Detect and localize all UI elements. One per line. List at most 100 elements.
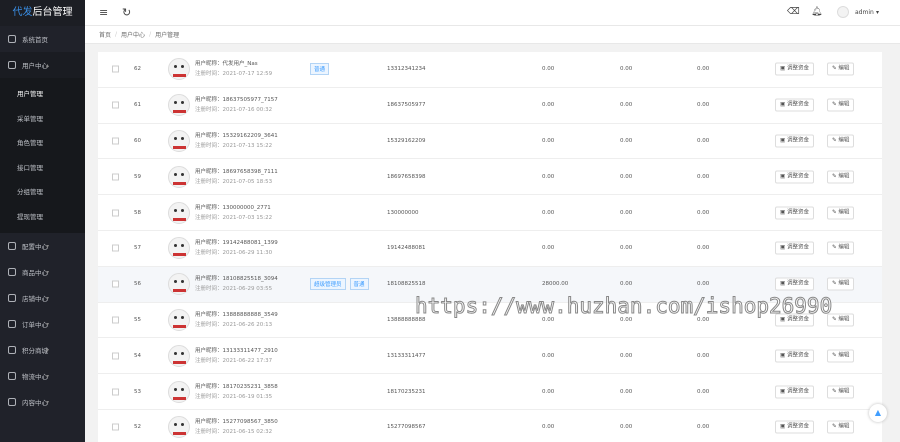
refresh-icon[interactable]: ↻ <box>122 6 131 19</box>
sidebar-item-user-center[interactable]: 用户中心 ▴ <box>0 52 85 78</box>
row-checkbox[interactable] <box>112 316 119 324</box>
chevron-down-icon[interactable]: ▾ <box>876 9 879 16</box>
adjust-funds-button[interactable]: ▣ 调整资金 <box>775 385 814 399</box>
sidebar-item[interactable]: 物流中心 ▾ <box>0 363 85 389</box>
avatar-badge <box>173 289 186 293</box>
row-checkbox[interactable] <box>112 209 119 217</box>
edit-button[interactable]: ✎ 编辑 <box>827 62 855 76</box>
adjust-funds-button[interactable]: ▣ 调整资金 <box>775 277 814 291</box>
nick-value: 18170235231_3858 <box>222 383 278 390</box>
sidebar-subitem[interactable]: 角色管理 <box>0 131 85 156</box>
edit-button[interactable]: ✎ 编辑 <box>827 170 855 184</box>
nick-label: 用户昵称： <box>195 240 223 247</box>
row-checkbox[interactable] <box>112 352 119 360</box>
row-checkbox[interactable] <box>112 280 119 288</box>
balance: 0.00 <box>542 245 555 252</box>
bell-icon[interactable]: 🔔︎ <box>811 7 822 17</box>
wallet-icon: ▣ <box>780 280 787 287</box>
adjust-label: 调整资金 <box>786 352 809 359</box>
breadcrumb-separator: / <box>115 31 118 38</box>
balance: 0.00 <box>542 352 555 359</box>
sidebar: 代发后台管理 系统首页 用户中心 ▴ 用户管理 采单管理 角色管理 接口管理 分组管理 提现… <box>0 0 85 442</box>
frozen: 0.00 <box>620 388 633 395</box>
adjust-funds-button[interactable]: ▣ 调整资金 <box>775 134 814 148</box>
row-checkbox[interactable] <box>112 423 119 431</box>
user-name[interactable]: admin <box>855 9 874 16</box>
adjust-funds-button[interactable]: ▣ 调整资金 <box>775 420 814 434</box>
sidebar-item-home[interactable]: 系统首页 <box>0 26 85 52</box>
reg-label: 注册时间： <box>195 107 223 114</box>
reg-value: 2021-06-22 17:37 <box>222 357 273 364</box>
balance: 0.00 <box>542 173 555 180</box>
adjust-funds-button[interactable]: ▣ 调整资金 <box>775 170 814 184</box>
row-checkbox[interactable] <box>112 101 119 109</box>
sidebar-item[interactable]: 积分商城 ▾ <box>0 337 85 363</box>
reg-label: 注册时间： <box>195 142 223 149</box>
row-checkbox[interactable] <box>112 65 119 73</box>
sidebar-item[interactable]: 配置中心 ▾ <box>0 233 85 259</box>
sidebar-item[interactable]: 内容中心 ▾ <box>0 389 85 415</box>
wallet-icon: ▣ <box>780 388 787 395</box>
breadcrumb-home[interactable]: 首页 <box>99 30 111 39</box>
sidebar-item-label: 内容中心 <box>22 399 48 407</box>
sidebar-subitem[interactable]: 分组管理 <box>0 180 85 205</box>
points: 0.00 <box>697 173 710 180</box>
frozen: 0.00 <box>620 209 633 216</box>
nick-label: 用户昵称： <box>195 97 223 104</box>
frozen: 0.00 <box>620 424 633 431</box>
edit-button[interactable]: ✎ 编辑 <box>827 349 855 363</box>
edit-button[interactable]: ✎ 编辑 <box>827 98 855 112</box>
adjust-funds-button[interactable]: ▣ 调整资金 <box>775 241 814 255</box>
edit-button[interactable]: ✎ 编辑 <box>827 385 855 399</box>
adjust-funds-button[interactable]: ▣ 调整资金 <box>775 62 814 76</box>
chevron-down-icon: ▾ <box>45 372 49 380</box>
edit-button[interactable]: ✎ 编辑 <box>827 134 855 148</box>
sidebar-subitem[interactable]: 采单管理 <box>0 107 85 132</box>
avatar[interactable] <box>837 6 849 18</box>
clear-icon[interactable]: ⌫ <box>787 7 800 17</box>
row-checkbox[interactable] <box>112 244 119 252</box>
nick-value: 18697658398_7111 <box>222 168 278 175</box>
user-submenu: 用户管理 采单管理 角色管理 接口管理 分组管理 提现管理 <box>0 78 85 233</box>
nick-label: 用户昵称： <box>195 132 223 139</box>
edit-button[interactable]: ✎ 编辑 <box>827 206 855 220</box>
adjust-funds-button[interactable]: ▣ 调整资金 <box>775 98 814 112</box>
reg-label: 注册时间： <box>195 321 223 328</box>
sidebar-item-label: 物流中心 <box>22 373 48 381</box>
sidebar-subitem[interactable]: 提现管理 <box>0 205 85 230</box>
edit-button[interactable]: ✎ 编辑 <box>827 420 855 434</box>
row-checkbox[interactable] <box>112 137 119 145</box>
adjust-funds-button[interactable]: ▣ 调整资金 <box>775 206 814 220</box>
edit-button[interactable]: ✎ 编辑 <box>827 241 855 255</box>
sidebar-subitem[interactable]: 用户管理 <box>0 82 85 107</box>
sidebar-item[interactable]: 店铺中心 ▾ <box>0 285 85 311</box>
menu-toggle-icon[interactable]: ≡ <box>99 6 108 19</box>
table-row: 52 用户昵称：15277098567_3850 注册时间：2021-06-15 0… <box>98 410 882 442</box>
sidebar-item-label: 配置中心 <box>22 243 48 251</box>
sidebar-item-label: 店铺中心 <box>22 295 48 303</box>
edit-label: 编辑 <box>838 388 850 395</box>
edit-button[interactable]: ✎ 编辑 <box>827 277 855 291</box>
nick-line: 用户昵称：18108825518_3094 <box>195 274 278 284</box>
frozen: 0.00 <box>620 281 633 288</box>
sidebar-item[interactable]: 订单中心 ▾ <box>0 311 85 337</box>
row-checkbox[interactable] <box>112 173 119 181</box>
frozen: 0.00 <box>620 245 633 252</box>
sidebar-item[interactable]: 商品中心 ▾ <box>0 259 85 285</box>
row-checkbox[interactable] <box>112 388 119 396</box>
user-id: 59 <box>134 173 141 180</box>
nick-value: 代发用户_Nas <box>222 61 258 68</box>
reg-value: 2021-07-17 12:59 <box>222 71 273 78</box>
reg-line: 注册时间：2021-07-05 18:53 <box>195 177 278 187</box>
sidebar-subitem[interactable]: 接口管理 <box>0 156 85 181</box>
points: 0.00 <box>697 102 710 109</box>
back-to-top-button[interactable]: ▲ <box>869 404 887 422</box>
adjust-label: 调整资金 <box>786 244 809 251</box>
adjust-funds-button[interactable]: ▣ 调整资金 <box>775 349 814 363</box>
tags: 超级管理员 普通 <box>310 278 373 291</box>
balance: 0.00 <box>542 388 555 395</box>
chevron-down-icon: ▾ <box>45 320 49 328</box>
breadcrumb-user-center[interactable]: 用户中心 <box>121 30 145 39</box>
balance: 0.00 <box>542 209 555 216</box>
avatar <box>168 344 190 367</box>
